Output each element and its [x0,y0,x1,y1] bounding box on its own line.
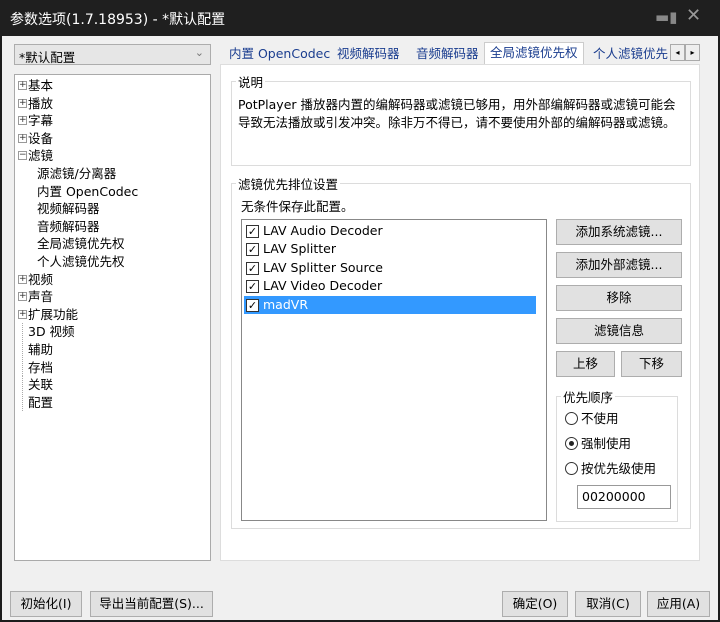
filter-priority-group: 滤镜优先排位设置 无条件保存此配置。 ✓LAV Audio Decoder✓LA… [231,183,691,529]
priority-radio[interactable]: 按优先级使用 [565,459,656,479]
add-external-filter-button[interactable]: 添加外部滤镜... [556,252,682,278]
filter-priority-title: 滤镜优先排位设置 [236,174,340,193]
apply-button[interactable]: 应用(A) [647,591,710,617]
radio-label: 强制使用 [581,436,631,451]
tree-item-label: 播放 [28,95,53,112]
collapse-icon[interactable]: − [18,151,27,160]
filter-label: LAV Video Decoder [263,277,382,295]
description-title: 说明 [236,72,265,91]
tree-connector [22,359,23,376]
priority-order-title: 优先顺序 [561,387,615,406]
title-bar: 参数选项(1.7.18953) - *默认配置 ▬▮ ✕ [0,0,720,36]
settings-tree[interactable]: +基本+播放+字幕+设备−滤镜源滤镜/分离器内置 OpenCodec视频解码器音… [14,74,211,561]
checkbox[interactable]: ✓ [246,243,259,256]
tree-item-label: 关联 [28,376,53,393]
description-text: PotPlayer 播放器内置的编解码器或滤镜已够用，用外部编解码器或滤镜可能会… [238,96,686,132]
expand-icon[interactable]: + [18,275,27,284]
tree-item-label: 存档 [28,359,53,376]
filter-item[interactable]: ✓ madVR [244,296,536,314]
expand-icon[interactable]: + [18,81,27,90]
window-title: 参数选项(1.7.18953) - *默认配置 [10,9,225,29]
tab-scroll-right-icon[interactable]: ▸ [685,44,700,61]
tab-4[interactable]: 个人滤镜优先 [588,44,670,66]
expand-icon[interactable]: + [18,292,27,301]
pin-icon[interactable]: ▬▮ [655,8,677,26]
tab-scroll-left-icon[interactable]: ◂ [670,44,685,61]
checkbox[interactable]: ✓ [246,225,259,238]
expand-icon[interactable]: + [18,99,27,108]
tree-item-label: 个人滤镜优先权 [37,253,125,270]
close-icon[interactable]: ✕ [686,5,701,26]
tab-panel: 说明 PotPlayer 播放器内置的编解码器或滤镜已够用，用外部编解码器或滤镜… [220,64,700,561]
initialize-button[interactable]: 初始化(I) [10,591,82,617]
expand-icon[interactable]: + [18,310,27,319]
bottom-bar: 初始化(I) 导出当前配置(S)... 确定(O) 取消(C) 应用(A) [2,584,718,620]
ok-button[interactable]: 确定(O) [502,591,568,617]
tree-item-label: 内置 OpenCodec [37,183,138,200]
priority-value-input[interactable]: 00200000 [577,485,671,509]
radio-label: 不使用 [581,411,619,426]
tree-item-label: 音频解码器 [37,218,100,235]
checkbox[interactable]: ✓ [246,262,259,275]
tree-item-label: 配置 [28,394,53,411]
radio-circle-icon[interactable] [565,437,578,450]
tree-item-label: 全局滤镜优先权 [37,235,125,252]
tree-connector [22,376,23,393]
tab-2[interactable]: 音频解码器 [411,44,484,66]
expand-icon[interactable]: + [18,116,27,125]
filter-label: LAV Splitter [263,240,336,258]
preset-value: *默认配置 [19,50,75,65]
tree-item-label: 基本 [28,77,53,94]
priority-radio[interactable]: 强制使用 [565,434,631,454]
filter-item[interactable]: ✓ LAV Splitter Source [244,259,536,277]
filter-label: madVR [263,296,308,314]
radio-label: 按优先级使用 [581,461,656,476]
tab-1[interactable]: 视频解码器 [332,44,405,66]
filter-item[interactable]: ✓ LAV Audio Decoder [244,222,536,240]
filter-label: LAV Audio Decoder [263,222,383,240]
cancel-button[interactable]: 取消(C) [575,591,641,617]
tab-0[interactable]: 内置 OpenCodec [224,44,335,66]
tree-item-label: 源滤镜/分离器 [37,165,116,182]
export-config-button[interactable]: 导出当前配置(S)... [90,591,213,617]
preset-dropdown[interactable]: *默认配置 ⌄ [14,44,211,65]
priority-radio[interactable]: 不使用 [565,409,619,429]
filter-list[interactable]: ✓ LAV Audio Decoder ✓ LAV Splitter ✓ LAV Spli… [241,219,547,521]
expand-icon[interactable]: + [18,134,27,143]
tree-item-label: 扩展功能 [28,306,78,323]
unconditional-save-label: 无条件保存此配置。 [241,196,354,215]
checkbox[interactable]: ✓ [246,299,259,312]
filter-info-button[interactable]: 滤镜信息 [556,318,682,344]
add-system-filter-button[interactable]: 添加系统滤镜... [556,219,682,245]
tree-item-label: 辅助 [28,341,53,358]
description-group: 说明 PotPlayer 播放器内置的编解码器或滤镜已够用，用外部编解码器或滤镜… [231,81,691,166]
tree-item-label: 滤镜 [28,147,53,164]
tree-connector [22,323,23,340]
tree-connector [22,394,23,411]
checkbox[interactable]: ✓ [246,280,259,293]
tree-item-label: 3D 视频 [28,323,75,340]
filter-label: LAV Splitter Source [263,259,383,277]
tree-item-label: 声音 [28,288,53,305]
move-up-button[interactable]: 上移 [556,351,615,377]
filter-item[interactable]: ✓ LAV Splitter [244,240,536,258]
radio-circle-icon[interactable] [565,412,578,425]
priority-order-group: 优先顺序 不使用强制使用按优先级使用 00200000 [556,396,678,522]
tree-item-label: 字幕 [28,112,53,129]
radio-circle-icon[interactable] [565,462,578,475]
dialog-client: *默认配置 ⌄ +基本+播放+字幕+设备−滤镜源滤镜/分离器内置 OpenCod… [2,36,718,620]
remove-button[interactable]: 移除 [556,285,682,311]
tree-item-label: 设备 [28,130,53,147]
tree-connector [22,341,23,358]
move-down-button[interactable]: 下移 [621,351,682,377]
tree-item-label: 视频解码器 [37,200,100,217]
filter-item[interactable]: ✓ LAV Video Decoder [244,277,536,295]
tree-item-label: 视频 [28,271,53,288]
chevron-down-icon: ⌄ [195,46,204,59]
